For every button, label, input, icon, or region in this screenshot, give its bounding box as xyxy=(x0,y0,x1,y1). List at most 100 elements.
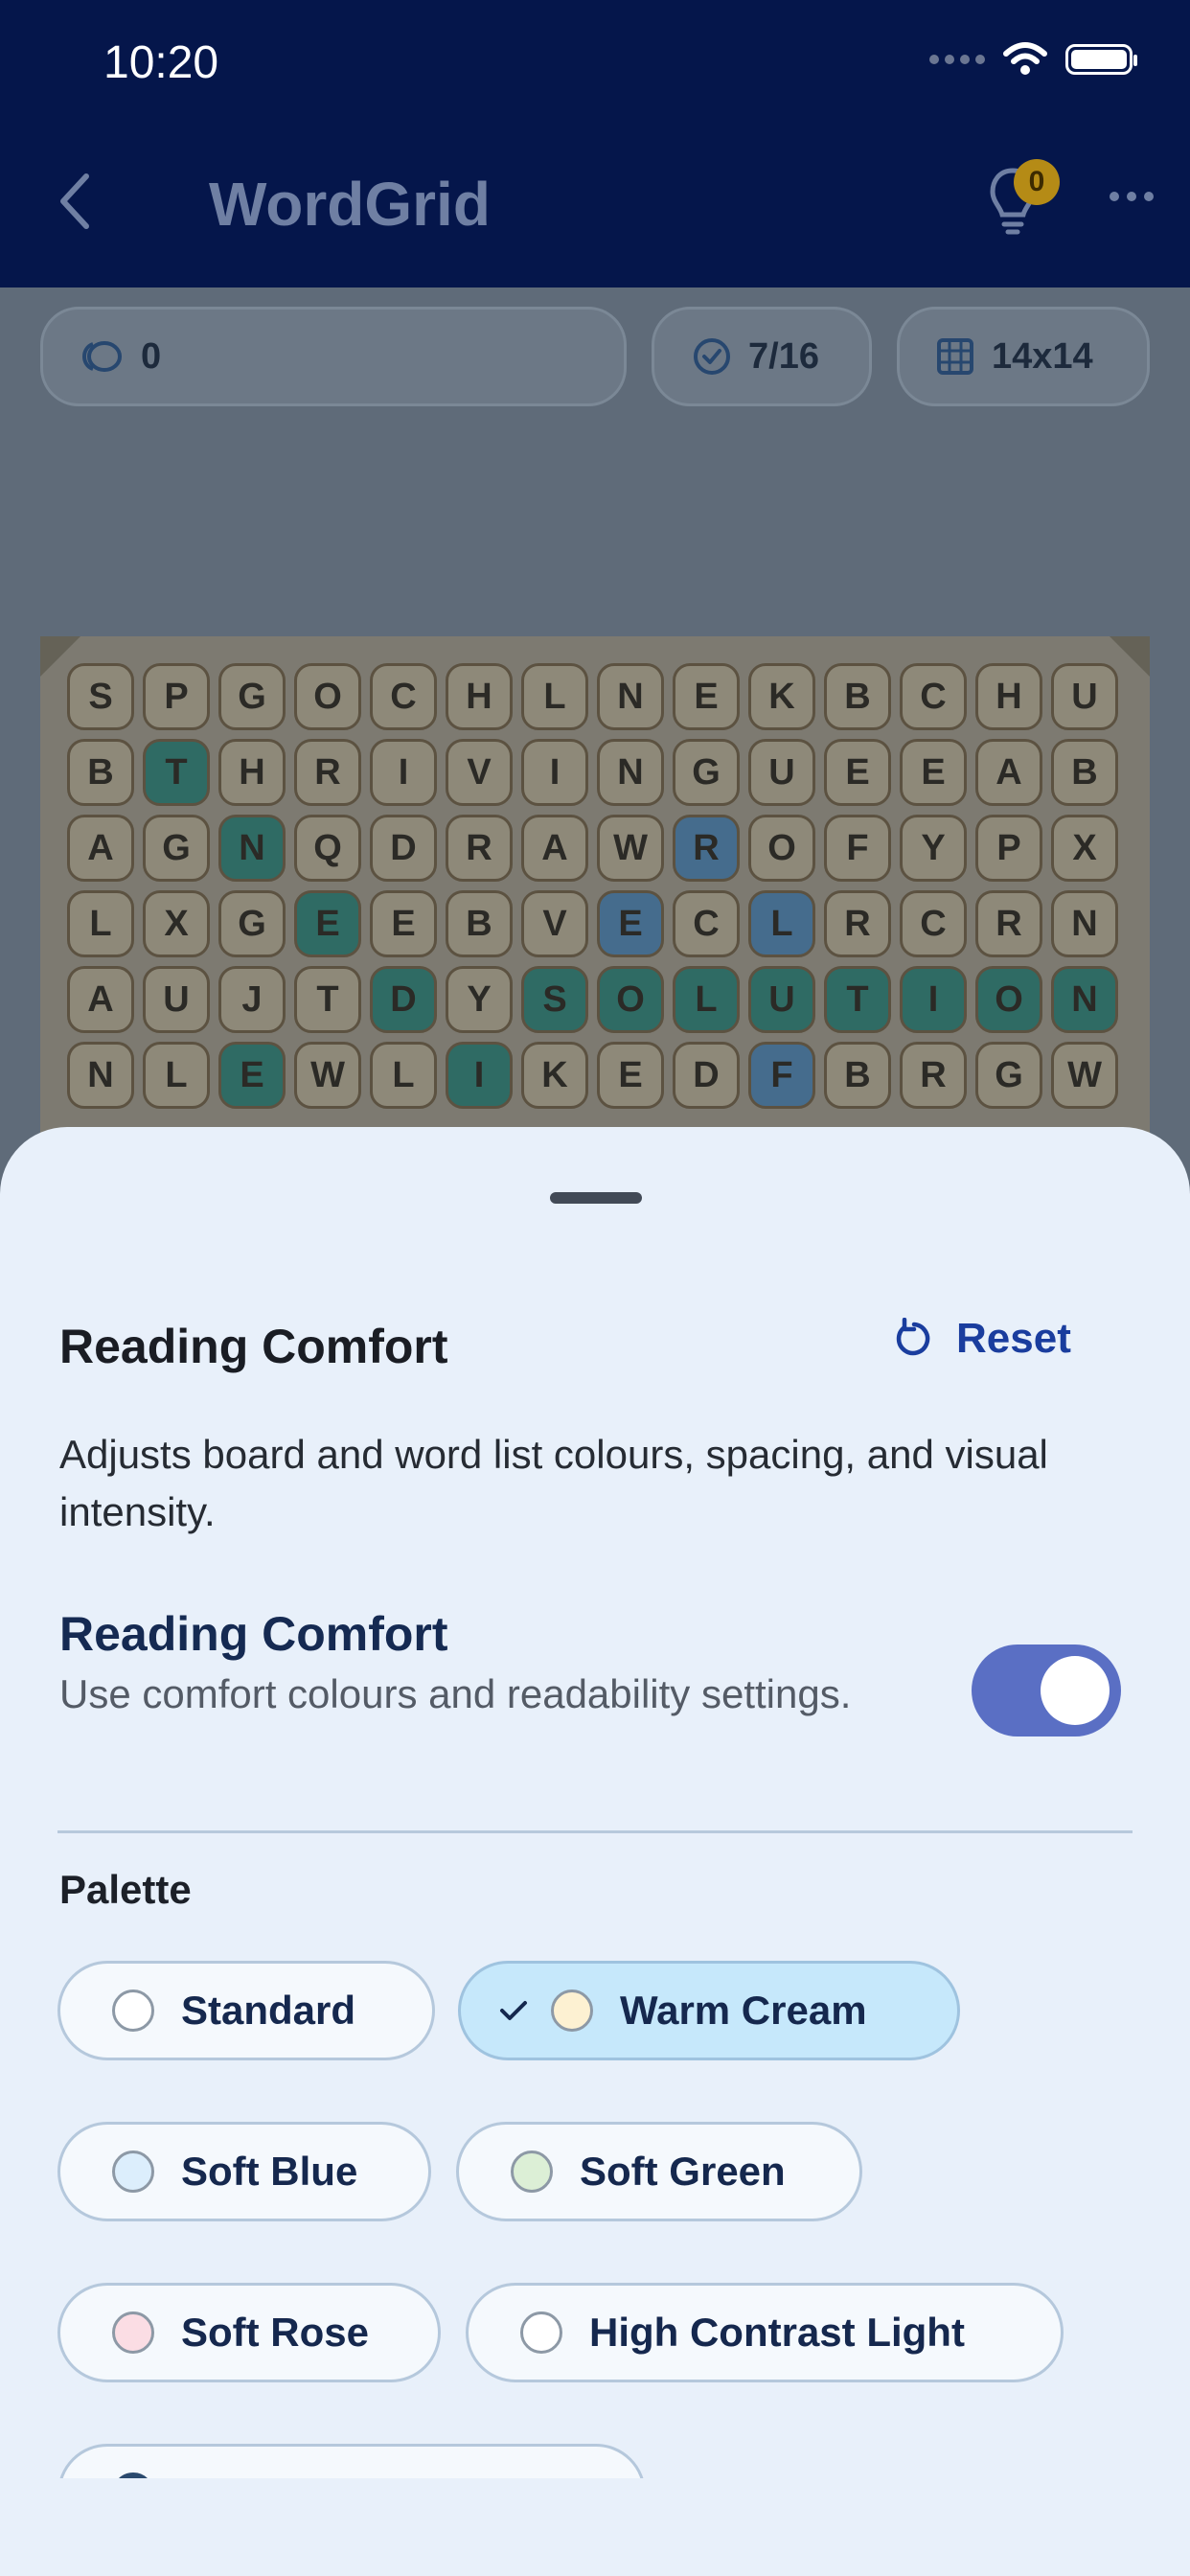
grid-cell[interactable]: O xyxy=(975,966,1042,1033)
sheet-drag-handle[interactable] xyxy=(550,1192,642,1204)
grid-cell[interactable]: K xyxy=(748,663,815,730)
grid-cell[interactable]: H xyxy=(218,739,286,806)
grid-cell[interactable]: D xyxy=(370,815,437,882)
grid-cell[interactable]: T xyxy=(824,966,891,1033)
grid-cell[interactable]: V xyxy=(446,739,513,806)
grid-cell[interactable]: L xyxy=(370,1042,437,1109)
grid-cell[interactable]: E xyxy=(370,890,437,957)
grid-cell[interactable]: C xyxy=(673,890,740,957)
grid-cell[interactable]: H xyxy=(446,663,513,730)
grid-cell[interactable]: H xyxy=(975,663,1042,730)
more-options-icon[interactable] xyxy=(1110,192,1154,201)
palette-option-soft-blue[interactable]: Soft Blue xyxy=(57,2122,431,2221)
grid-cell[interactable]: X xyxy=(1051,815,1118,882)
grid-cell[interactable]: D xyxy=(673,1042,740,1109)
grid-cell[interactable]: A xyxy=(975,739,1042,806)
grid-cell[interactable]: A xyxy=(67,966,134,1033)
grid-cell[interactable]: A xyxy=(67,815,134,882)
grid-icon xyxy=(937,338,973,375)
grid-cell[interactable]: N xyxy=(218,815,286,882)
grid-cell[interactable]: W xyxy=(294,1042,361,1109)
grid-cell[interactable]: J xyxy=(218,966,286,1033)
grid-cell[interactable]: O xyxy=(294,663,361,730)
grid-cell[interactable]: U xyxy=(748,739,815,806)
grid-cell[interactable]: R xyxy=(673,815,740,882)
grid-cell[interactable]: Y xyxy=(900,815,967,882)
grid-cell[interactable]: N xyxy=(67,1042,134,1109)
grid-cell[interactable]: N xyxy=(1051,890,1118,957)
grid-cell[interactable]: E xyxy=(218,1042,286,1109)
grid-cell[interactable]: C xyxy=(900,890,967,957)
grid-cell[interactable]: O xyxy=(748,815,815,882)
grid-cell[interactable]: V xyxy=(521,890,588,957)
grid-cell[interactable]: L xyxy=(67,890,134,957)
grid-cell[interactable]: K xyxy=(521,1042,588,1109)
grid-cell[interactable]: L xyxy=(143,1042,210,1109)
grid-cell[interactable]: X xyxy=(143,890,210,957)
grid-cell[interactable]: Q xyxy=(294,815,361,882)
grid-cell[interactable]: Y xyxy=(446,966,513,1033)
grid-cell[interactable]: E xyxy=(294,890,361,957)
reading-comfort-toggle[interactable] xyxy=(972,1644,1121,1736)
grid-cell[interactable]: R xyxy=(824,890,891,957)
coins-icon xyxy=(82,341,122,372)
grid-cell[interactable]: O xyxy=(597,966,664,1033)
palette-option-label: Soft Green xyxy=(580,2149,786,2194)
grid-cell[interactable]: F xyxy=(748,1042,815,1109)
grid-cell[interactable]: R xyxy=(975,890,1042,957)
grid-cell[interactable]: G xyxy=(673,739,740,806)
grid-cell[interactable]: B xyxy=(1051,739,1118,806)
grid-cell[interactable]: L xyxy=(673,966,740,1033)
grid-cell[interactable]: B xyxy=(67,739,134,806)
grid-cell[interactable]: S xyxy=(67,663,134,730)
grid-cell[interactable]: W xyxy=(597,815,664,882)
grid-cell[interactable]: N xyxy=(597,663,664,730)
status-time: 10:20 xyxy=(103,37,219,88)
grid-cell[interactable]: E xyxy=(597,1042,664,1109)
back-icon[interactable] xyxy=(56,172,94,230)
grid-cell[interactable]: T xyxy=(143,739,210,806)
grid-cell[interactable]: W xyxy=(1051,1042,1118,1109)
grid-cell[interactable]: L xyxy=(521,663,588,730)
reset-button[interactable]: Reset xyxy=(893,1315,1071,1363)
grid-cell[interactable]: E xyxy=(597,890,664,957)
grid-cell[interactable]: B xyxy=(824,1042,891,1109)
grid-cell[interactable]: D xyxy=(370,966,437,1033)
grid-cell[interactable]: E xyxy=(900,739,967,806)
grid-cell[interactable]: L xyxy=(748,890,815,957)
grid-cell[interactable]: G xyxy=(218,663,286,730)
grid-cell[interactable]: C xyxy=(370,663,437,730)
palette-option-high-contrast-light[interactable]: High Contrast Light xyxy=(466,2283,1064,2382)
grid-cell[interactable]: P xyxy=(975,815,1042,882)
palette-option-soft-green[interactable]: Soft Green xyxy=(456,2122,862,2221)
grid-cell[interactable]: R xyxy=(446,815,513,882)
palette-option-warm-cream[interactable]: Warm Cream xyxy=(458,1961,960,2060)
grid-cell[interactable]: I xyxy=(521,739,588,806)
sheet-description: Adjusts board and word list colours, spa… xyxy=(59,1432,1048,1534)
grid-cell[interactable]: N xyxy=(597,739,664,806)
grid-cell[interactable]: G xyxy=(218,890,286,957)
palette-option-standard[interactable]: Standard xyxy=(57,1961,435,2060)
grid-cell[interactable]: I xyxy=(446,1042,513,1109)
grid-cell[interactable]: R xyxy=(900,1042,967,1109)
grid-cell[interactable]: C xyxy=(900,663,967,730)
grid-cell[interactable]: N xyxy=(1051,966,1118,1033)
grid-cell[interactable]: G xyxy=(975,1042,1042,1109)
grid-cell[interactable]: U xyxy=(748,966,815,1033)
grid-cell[interactable]: S xyxy=(521,966,588,1033)
grid-cell[interactable]: P xyxy=(143,663,210,730)
grid-cell[interactable]: E xyxy=(673,663,740,730)
grid-cell[interactable]: E xyxy=(824,739,891,806)
grid-cell[interactable]: F xyxy=(824,815,891,882)
grid-cell[interactable]: I xyxy=(370,739,437,806)
grid-cell[interactable]: I xyxy=(900,966,967,1033)
grid-cell[interactable]: B xyxy=(824,663,891,730)
grid-cell[interactable]: B xyxy=(446,890,513,957)
grid-cell[interactable]: R xyxy=(294,739,361,806)
grid-cell[interactable]: U xyxy=(143,966,210,1033)
palette-option-soft-rose[interactable]: Soft Rose xyxy=(57,2283,441,2382)
grid-cell[interactable]: A xyxy=(521,815,588,882)
grid-cell[interactable]: T xyxy=(294,966,361,1033)
grid-cell[interactable]: U xyxy=(1051,663,1118,730)
grid-cell[interactable]: G xyxy=(143,815,210,882)
